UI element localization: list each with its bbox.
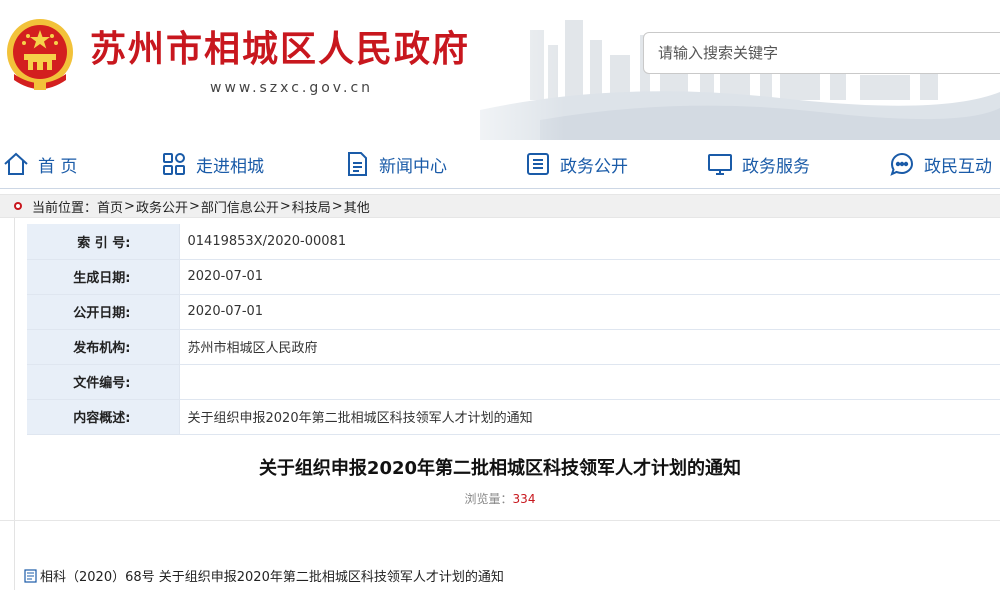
nav-item-gov-service[interactable]: 政务服务 [706, 148, 810, 180]
table-row: 生成日期: 2020-07-01 [27, 259, 1000, 295]
nav-label: 首 页 [38, 156, 78, 177]
breadcrumb-prefix: 当前位置： [32, 200, 98, 216]
list-icon [527, 153, 549, 175]
meta-value: 01419853X/2020-00081 [179, 224, 1000, 260]
monitor-icon [708, 154, 732, 175]
page-title: 关于组织申报2020年第二批相城区科技领军人才计划的通知 [258, 458, 742, 479]
breadcrumb: 当前位置： 首页 > 政务公开 > 部门信息公开 > 科技局 > 其他 [0, 194, 1000, 218]
meta-value: 苏州市相城区人民政府 [179, 329, 1000, 365]
breadcrumb-link-gov-public[interactable]: 政务公开 [136, 197, 188, 216]
grid-icon [163, 153, 185, 175]
nav-label: 政民互动 [924, 156, 992, 177]
article-content: 索 引 号: 01419853X/2020-00081 生成日期: 2020-0… [14, 218, 1000, 590]
view-count-label: 浏览量： [464, 492, 513, 506]
nav-label: 走进相城 [196, 156, 264, 177]
site-url: www.szxc.gov.cn [210, 80, 374, 96]
document-file-icon [24, 568, 37, 583]
site-title[interactable]: 苏州市相城区人民政府 [90, 20, 470, 72]
nav-item-home[interactable]: 首 页 [2, 148, 77, 180]
nav-label: 政务服务 [742, 156, 810, 177]
meta-value [179, 364, 1000, 400]
table-row: 公开日期: 2020-07-01 [27, 294, 1000, 330]
nav-item-news[interactable]: 新闻中心 [343, 148, 447, 180]
meta-key: 索 引 号: [27, 224, 180, 260]
table-row: 索 引 号: 01419853X/2020-00081 [27, 224, 1000, 260]
nav-item-about[interactable]: 走进相城 [160, 148, 264, 180]
meta-value: 2020-07-01 [179, 294, 1000, 330]
breadcrumb-separator: > [124, 198, 135, 214]
search-input[interactable] [643, 32, 1000, 74]
breadcrumb-link-dept-info[interactable]: 部门信息公开 [201, 197, 279, 216]
nav-divider [0, 188, 1000, 189]
title-divider [0, 520, 1000, 521]
breadcrumb-separator: > [331, 198, 343, 214]
attachment-label: 相科（2020）68号 关于组织申报2020年第二批相城区科技领军人才计划的通知 [40, 570, 504, 585]
table-row: 文件编号: [27, 364, 1000, 400]
meta-key: 内容概述: [27, 399, 180, 435]
breadcrumb-separator: > [188, 198, 200, 214]
breadcrumb-separator: > [279, 198, 291, 214]
location-bullet-icon [14, 202, 22, 210]
table-row: 发布机构: 苏州市相城区人民政府 [27, 329, 1000, 365]
chat-icon [890, 152, 914, 176]
attachment-link[interactable]: 相科（2020）68号 关于组织申报2020年第二批相城区科技领军人才计划的通知 [24, 566, 504, 585]
table-row: 内容概述: 关于组织申报2020年第二批相城区科技领军人才计划的通知 [27, 399, 1000, 435]
site-header: 苏州市相城区人民政府 www.szxc.gov.cn [0, 0, 1000, 140]
nav-label: 新闻中心 [379, 156, 447, 177]
breadcrumb-link-tech-bureau[interactable]: 科技局 [292, 197, 331, 216]
breadcrumb-link-other[interactable]: 其他 [344, 197, 370, 216]
meta-key: 发布机构: [27, 329, 180, 365]
meta-key: 生成日期: [27, 259, 180, 295]
main-nav: 首 页 走进相城 新闻中心 政务公开 政务服务 政民互动 [0, 142, 1000, 186]
nav-label: 政务公开 [560, 156, 628, 177]
document-meta-table: 索 引 号: 01419853X/2020-00081 生成日期: 2020-0… [27, 224, 1000, 435]
national-emblem-icon [7, 19, 73, 90]
meta-key: 文件编号: [27, 364, 180, 400]
breadcrumb-link-home[interactable]: 首页 [97, 197, 123, 216]
view-count-value: 334 [512, 492, 536, 506]
view-count: 浏览量：334 [0, 490, 1000, 507]
nav-item-interaction[interactable]: 政民互动 [888, 148, 992, 180]
meta-key: 公开日期: [27, 294, 180, 330]
nav-item-gov-public[interactable]: 政务公开 [524, 148, 628, 180]
meta-value: 2020-07-01 [179, 259, 1000, 295]
meta-value: 关于组织申报2020年第二批相城区科技领军人才计划的通知 [179, 399, 1000, 435]
document-icon [348, 152, 367, 176]
home-icon [4, 152, 28, 175]
